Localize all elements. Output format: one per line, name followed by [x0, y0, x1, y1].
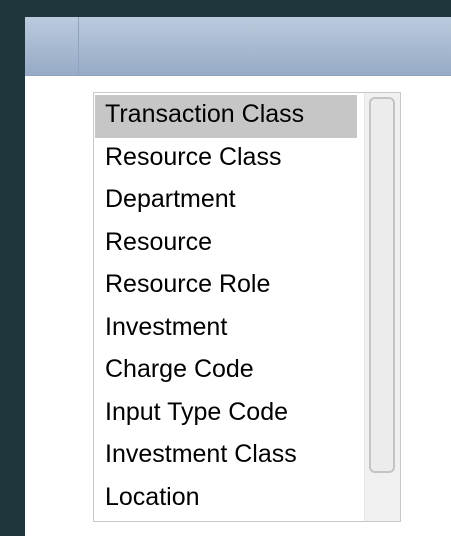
main-panel: Transaction Class Resource Class Departm…	[25, 17, 451, 536]
list-item-investment[interactable]: Investment	[95, 308, 357, 351]
list-item-department[interactable]: Department	[95, 180, 357, 223]
list-item-resource[interactable]: Resource	[95, 223, 357, 266]
list-item-transaction-class[interactable]: Transaction Class	[95, 95, 357, 138]
header-divider	[78, 17, 79, 75]
list-item-location[interactable]: Location	[95, 478, 357, 521]
list-item-input-type-code[interactable]: Input Type Code	[95, 393, 357, 436]
scrollbar-thumb[interactable]	[369, 97, 395, 473]
page: Transaction Class Resource Class Departm…	[0, 0, 451, 536]
listbox-items: Transaction Class Resource Class Departm…	[95, 95, 357, 520]
list-item-charge-code[interactable]: Charge Code	[95, 350, 357, 393]
list-item-investment-class[interactable]: Investment Class	[95, 435, 357, 478]
list-item-resource-class[interactable]: Resource Class	[95, 138, 357, 181]
listbox-scrollbar[interactable]	[364, 93, 400, 521]
grouping-listbox[interactable]: Transaction Class Resource Class Departm…	[93, 92, 401, 522]
header-bar	[25, 17, 451, 76]
list-item-resource-role[interactable]: Resource Role	[95, 265, 357, 308]
